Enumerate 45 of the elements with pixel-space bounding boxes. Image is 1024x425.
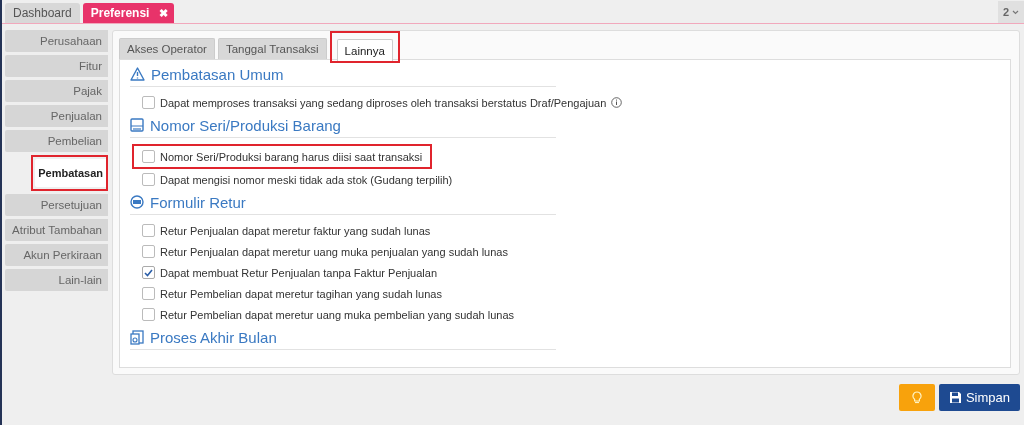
lightbulb-icon (912, 391, 922, 404)
sidebar-item[interactable]: Fitur (5, 55, 108, 77)
tab[interactable]: Akses Operator (119, 38, 215, 59)
sidebar-item[interactable]: Pembatasan (35, 159, 106, 187)
option-label: Dapat memproses transaksi yang sedang diproses oleh transaksi berstatus Draf/Pengajuan (160, 96, 607, 109)
warning-icon (130, 67, 145, 81)
save-button[interactable]: Simpan (939, 384, 1020, 411)
option-label: Dapat membuat Retur Penjualan tanpa Faktur Penjualan (160, 266, 437, 279)
report-icon (130, 329, 144, 345)
sidebar-item[interactable]: Lain-lain (5, 269, 108, 291)
sidebar-item[interactable]: Penjualan (5, 105, 108, 127)
section-title: Nomor Seri/Produksi Barang (150, 116, 341, 134)
checkbox[interactable] (142, 266, 155, 279)
close-icon[interactable]: ✖ (159, 6, 169, 20)
coin-icon (130, 195, 144, 209)
page-tab[interactable]: Dashboard (5, 3, 80, 23)
checkbox[interactable] (142, 224, 155, 237)
sidebar-item[interactable]: Persetujuan (5, 194, 108, 216)
checkbox[interactable] (142, 150, 155, 163)
checkbox[interactable] (142, 96, 155, 109)
tab-count-dropdown[interactable]: 2 (997, 1, 1024, 23)
option-label: Dapat mengisi nomor meski tidak ada stok (Gudang terpilih) (160, 173, 453, 186)
checkbox[interactable] (142, 287, 155, 300)
sidebar-item[interactable]: Pajak (5, 80, 108, 102)
checkbox[interactable] (142, 173, 155, 186)
section-title: Proses Akhir Bulan (150, 328, 277, 346)
option-label: Retur Pembelian dapat meretur uang muka pembelian yang sudah lunas (160, 308, 515, 321)
checkbox[interactable] (142, 245, 155, 258)
section-title: Formulir Retur (150, 193, 246, 211)
option-label: Retur Penjualan dapat meretur uang muka penjualan yang sudah lunas (160, 245, 508, 258)
info-icon[interactable] (611, 97, 623, 108)
sidebar-item[interactable]: Akun Perkiraan (5, 244, 108, 266)
option-label: Retur Penjualan dapat meretur faktur yang sudah lunas (160, 224, 431, 237)
sidebar-item[interactable]: Perusahaan (5, 30, 108, 52)
option-label: Retur Pembelian dapat meretur tagihan yang sudah lunas (160, 287, 442, 300)
sidebar-item[interactable]: Atribut Tambahan (5, 219, 108, 241)
tab[interactable]: Tanggal Transaksi (217, 38, 327, 59)
checkbox[interactable] (142, 308, 155, 321)
option-label: Nomor Seri/Produksi barang harus diisi saat transaksi (160, 150, 423, 163)
chevron-icon (1012, 9, 1019, 15)
section-title: Pembatasan Umum (151, 65, 284, 83)
sidebar-item[interactable]: Pembelian (5, 130, 108, 152)
tab[interactable]: Lainnya (336, 39, 393, 61)
page-tab[interactable]: Preferensi ✖ (82, 3, 175, 23)
tip-button[interactable] (899, 384, 935, 411)
